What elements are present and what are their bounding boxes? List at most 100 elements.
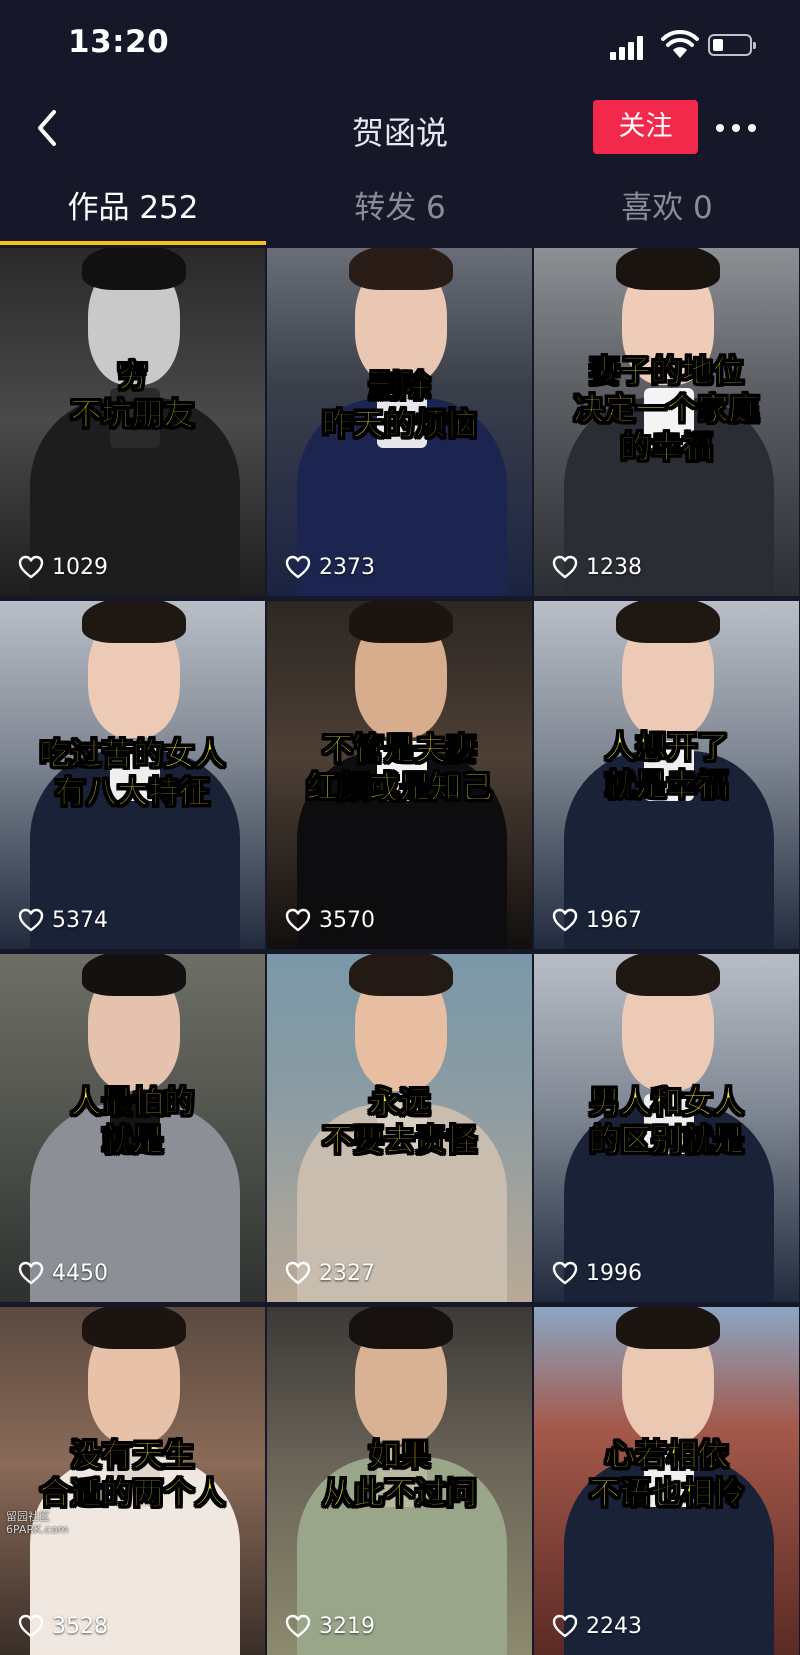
like-count-value: 4450: [52, 1260, 108, 1286]
video-thumbnail[interactable]: 吃过苦的女人 有八大特征 5374: [0, 601, 265, 949]
caption-line: 不要去责怪: [322, 1123, 478, 1160]
like-count: 1029: [18, 552, 108, 582]
like-count: 2243: [552, 1611, 642, 1641]
person-hair: [82, 954, 186, 996]
like-count: 1996: [552, 1258, 642, 1288]
video-caption: 删除 昨天的烦恼: [267, 368, 532, 444]
battery-icon: [708, 34, 756, 56]
person-hair: [349, 1307, 453, 1349]
tab-reposts[interactable]: 转发 6: [267, 172, 533, 244]
caption-line: 不坑朋友: [70, 397, 195, 434]
person-hair: [82, 1307, 186, 1349]
heart-outline-icon: [552, 1614, 578, 1638]
video-thumbnail[interactable]: 没有天生 合适的两个人 3528: [0, 1307, 265, 1655]
like-count-value: 1996: [586, 1260, 642, 1286]
like-count: 2327: [285, 1258, 375, 1288]
person-hair: [349, 248, 453, 290]
video-thumbnail[interactable]: 不管是夫妻 红颜或是知己 3570: [267, 601, 532, 949]
nav-bar: 贺函说 关注: [0, 88, 800, 168]
person-hair: [82, 248, 186, 290]
status-time: 13:20: [68, 24, 170, 60]
heart-outline-icon: [285, 555, 311, 579]
status-icons: [610, 30, 760, 60]
caption-line: 不管是夫妻: [322, 732, 478, 769]
heart-outline-icon: [18, 555, 44, 579]
person-hair: [616, 1307, 720, 1349]
watermark: 留园社区 6PARK.com: [6, 1510, 69, 1536]
like-count: 1967: [552, 905, 642, 935]
heart-outline-icon: [285, 1261, 311, 1285]
tab-likes[interactable]: 喜欢 0: [534, 172, 800, 244]
person-hair: [349, 601, 453, 643]
video-thumbnail[interactable]: 男人和女人 的区别就是 1996: [534, 954, 799, 1302]
like-count: 3528: [18, 1611, 108, 1641]
heart-outline-icon: [552, 555, 578, 579]
caption-line: 昨天的烦恼: [322, 407, 478, 444]
tab-bar: 作品 252 转发 6 喜欢 0: [0, 172, 800, 245]
heart-outline-icon: [18, 1614, 44, 1638]
video-thumbnail[interactable]: 人最怕的 就是 4450: [0, 954, 265, 1302]
heart-outline-icon: [285, 1614, 311, 1638]
signal-icon: [610, 36, 650, 60]
heart-outline-icon: [18, 1261, 44, 1285]
video-caption: 吃过苦的女人 有八大特征: [0, 736, 265, 812]
video-caption: 人最怕的 就是: [0, 1084, 265, 1160]
like-count: 3219: [285, 1611, 375, 1641]
like-count-value: 3570: [319, 907, 375, 933]
video-caption: 人想开了 就是幸福: [534, 729, 799, 805]
heart-outline-icon: [552, 908, 578, 932]
video-thumbnail[interactable]: 穷不坑朋友 1029: [0, 248, 265, 596]
tab-indicator: [0, 241, 266, 245]
video-thumbnail[interactable]: 删除 昨天的烦恼 2373: [267, 248, 532, 596]
video-grid: 穷不坑朋友 1029 删除 昨天的烦恼 2373 妻子的地位 决定一个家庭 的幸福 1238 吃过…: [0, 248, 800, 1655]
caption-line: 就是幸福: [604, 768, 729, 805]
status-bar: 13:20: [0, 0, 800, 88]
like-count: 5374: [18, 905, 108, 935]
heart-outline-icon: [285, 908, 311, 932]
video-caption: 妻子的地位 决定一个家庭 的幸福: [534, 353, 799, 467]
caption-line: 没有天生: [70, 1438, 195, 1475]
video-caption: 心若相依 不语也相怜: [534, 1437, 799, 1513]
caption-line: 人最怕的: [70, 1085, 195, 1122]
caption-line: 男人和女人: [589, 1085, 745, 1122]
caption-line: 的幸福: [620, 430, 714, 467]
like-count-value: 1238: [586, 554, 642, 580]
caption-line: 有八大特征: [55, 775, 211, 812]
video-thumbnail[interactable]: 如果 从此不过问 3219: [267, 1307, 532, 1655]
caption-line: 吃过苦的女人: [39, 737, 226, 774]
like-count: 3570: [285, 905, 375, 935]
video-caption: 永远 不要去责怪: [267, 1084, 532, 1160]
like-count-value: 3219: [319, 1613, 375, 1639]
tab-works[interactable]: 作品 252: [0, 172, 266, 244]
heart-outline-icon: [18, 908, 44, 932]
caption-line: 永远: [368, 1085, 431, 1122]
caption-line: 穷: [117, 359, 149, 396]
caption-line: 心若相依: [604, 1438, 729, 1475]
caption-line: 如果: [368, 1438, 431, 1475]
video-thumbnail[interactable]: 永远 不要去责怪 2327: [267, 954, 532, 1302]
caption-line: 的区别就是: [589, 1123, 745, 1160]
caption-line: 红颜或是知己: [306, 770, 493, 807]
caption-line: 人想开了: [604, 730, 729, 767]
heart-outline-icon: [552, 1261, 578, 1285]
caption-line: 决定一个家庭: [573, 392, 760, 429]
caption-line: 不语也相怜: [589, 1476, 745, 1513]
video-caption: 没有天生 合适的两个人: [0, 1437, 265, 1513]
video-thumbnail[interactable]: 心若相依 不语也相怜 2243: [534, 1307, 799, 1655]
person-hair: [349, 954, 453, 996]
caption-line: 就是: [101, 1123, 164, 1160]
video-caption: 不管是夫妻 红颜或是知己: [267, 731, 532, 807]
like-count: 2373: [285, 552, 375, 582]
video-thumbnail[interactable]: 妻子的地位 决定一个家庭 的幸福 1238: [534, 248, 799, 596]
video-thumbnail[interactable]: 人想开了 就是幸福 1967: [534, 601, 799, 949]
like-count-value: 1967: [586, 907, 642, 933]
like-count-value: 1029: [52, 554, 108, 580]
follow-button[interactable]: 关注: [593, 100, 698, 154]
like-count-value: 5374: [52, 907, 108, 933]
more-dots-icon[interactable]: [712, 108, 760, 148]
caption-line: 删除: [368, 369, 431, 406]
video-caption: 穷不坑朋友: [0, 358, 265, 434]
wifi-icon: [661, 30, 699, 58]
video-caption: 如果 从此不过问: [267, 1437, 532, 1513]
caption-line: 从此不过问: [322, 1476, 478, 1513]
